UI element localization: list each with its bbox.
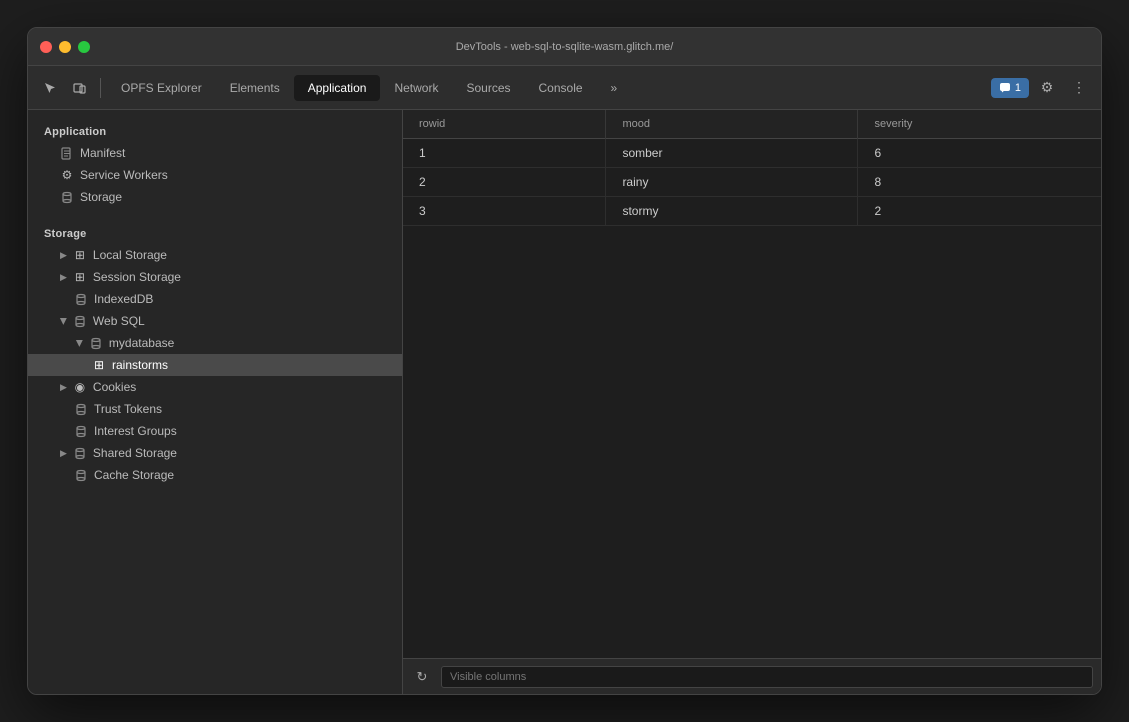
window-title: DevTools - web-sql-to-sqlite-wasm.glitch… [456,41,674,53]
sidebar-item-mydatabase[interactable]: ▶ mydatabase [28,332,402,354]
mydatabase-label: mydatabase [109,336,174,350]
minimize-button[interactable] [59,41,71,53]
cell-severity: 6 [858,139,1101,168]
sidebar-item-local-storage[interactable]: ▶ ⊞ Local Storage [28,244,402,266]
indexeddb-label: IndexedDB [94,292,153,306]
local-storage-label: Local Storage [93,248,167,262]
bottom-bar: ↻ [403,658,1101,694]
sidebar-item-trust-tokens[interactable]: Trust Tokens [28,398,402,420]
trust-tokens-icon [74,402,88,416]
page-icon [60,146,74,160]
sidebar-item-shared-storage[interactable]: ▶ Shared Storage [28,442,402,464]
table-row[interactable]: 1somber6 [403,139,1101,168]
cache-storage-label: Cache Storage [94,468,174,482]
sidebar-item-manifest[interactable]: Manifest [28,142,402,164]
chevron-right-icon2: ▶ [60,272,67,283]
rainstorms-grid-icon: ⊞ [92,358,106,372]
cookies-icon: ◉ [73,380,87,394]
mydatabase-icon [89,336,103,350]
toolbar-tabs: OPFS Explorer Elements Application Netwo… [107,75,989,101]
chevron-down-icon2: ▶ [74,340,85,347]
badge-count: 1 [1015,82,1021,94]
rainstorms-label: rainstorms [112,358,168,372]
data-table: rowid mood severity 1somber62rainy83stor… [403,110,1101,226]
cell-rowid: 2 [403,168,606,197]
sidebar-item-indexeddb[interactable]: IndexedDB [28,288,402,310]
tab-elements[interactable]: Elements [216,75,294,101]
trust-tokens-label: Trust Tokens [94,402,162,416]
sidebar-item-session-storage[interactable]: ▶ ⊞ Session Storage [28,266,402,288]
table-container[interactable]: rowid mood severity 1somber62rainy83stor… [403,110,1101,658]
cell-rowid: 3 [403,197,606,226]
sidebar: Application Manifest ⚙ Service Workers [28,110,403,694]
chevron-right-icon4: ▶ [60,448,67,459]
visible-columns-input[interactable] [441,666,1093,688]
sidebar-item-cache-storage[interactable]: Cache Storage [28,464,402,486]
storage-label: Storage [80,190,122,204]
application-section-header: Application [28,118,402,142]
toolbar-divider [100,78,101,98]
sidebar-item-rainstorms[interactable]: ⊞ rainstorms [28,354,402,376]
indexeddb-icon [74,292,88,306]
col-header-severity[interactable]: severity [858,110,1101,139]
shared-storage-label: Shared Storage [93,446,177,460]
tab-opfs-explorer[interactable]: OPFS Explorer [107,75,216,101]
cell-severity: 8 [858,168,1101,197]
cache-storage-icon [74,468,88,482]
interest-groups-label: Interest Groups [94,424,177,438]
session-storage-label: Session Storage [93,270,181,284]
sidebar-item-service-workers[interactable]: ⚙ Service Workers [28,164,402,186]
tab-sources[interactable]: Sources [452,75,524,101]
storage-section-header: Storage [28,220,402,244]
toolbar-right: 1 ⚙ ⋮ [991,74,1093,102]
table-header-row: rowid mood severity [403,110,1101,139]
sidebar-item-storage[interactable]: Storage [28,186,402,208]
websql-label: Web SQL [93,314,145,328]
more-button[interactable]: ⋮ [1065,74,1093,102]
local-storage-grid-icon: ⊞ [73,248,87,262]
websql-icon [73,314,87,328]
cell-mood: somber [606,139,858,168]
session-storage-grid-icon: ⊞ [73,270,87,284]
titlebar: DevTools - web-sql-to-sqlite-wasm.glitch… [28,28,1101,66]
tab-network[interactable]: Network [380,75,452,101]
device-toggle-button[interactable] [66,74,94,102]
traffic-lights [40,41,90,53]
col-header-rowid[interactable]: rowid [403,110,606,139]
storage-cylinder-icon [60,190,74,204]
table-row[interactable]: 2rainy8 [403,168,1101,197]
gear-icon: ⚙ [60,168,74,182]
manifest-label: Manifest [80,146,125,160]
content-area: rowid mood severity 1somber62rainy83stor… [403,110,1101,694]
chat-badge-button[interactable]: 1 [991,78,1029,98]
col-header-mood[interactable]: mood [606,110,858,139]
service-workers-label: Service Workers [80,168,168,182]
chevron-right-icon3: ▶ [60,382,67,393]
sidebar-item-cookies[interactable]: ▶ ◉ Cookies [28,376,402,398]
toolbar: OPFS Explorer Elements Application Netwo… [28,66,1101,110]
settings-button[interactable]: ⚙ [1033,74,1061,102]
table-row[interactable]: 3stormy2 [403,197,1101,226]
tab-application[interactable]: Application [294,75,381,101]
chevron-down-icon: ▶ [58,318,69,325]
interest-groups-icon [74,424,88,438]
cursor-icon-button[interactable] [36,74,64,102]
cell-mood: stormy [606,197,858,226]
refresh-button[interactable]: ↻ [411,666,433,688]
chevron-right-icon: ▶ [60,250,67,261]
main-content: Application Manifest ⚙ Service Workers [28,110,1101,694]
shared-storage-icon [73,446,87,460]
devtools-window: DevTools - web-sql-to-sqlite-wasm.glitch… [27,27,1102,695]
cell-severity: 2 [858,197,1101,226]
cookies-label: Cookies [93,380,136,394]
tab-overflow[interactable]: » [597,75,632,101]
sidebar-item-interest-groups[interactable]: Interest Groups [28,420,402,442]
maximize-button[interactable] [78,41,90,53]
close-button[interactable] [40,41,52,53]
table-body: 1somber62rainy83stormy2 [403,139,1101,226]
cell-mood: rainy [606,168,858,197]
tab-console[interactable]: Console [525,75,597,101]
sidebar-item-websql[interactable]: ▶ Web SQL [28,310,402,332]
cell-rowid: 1 [403,139,606,168]
